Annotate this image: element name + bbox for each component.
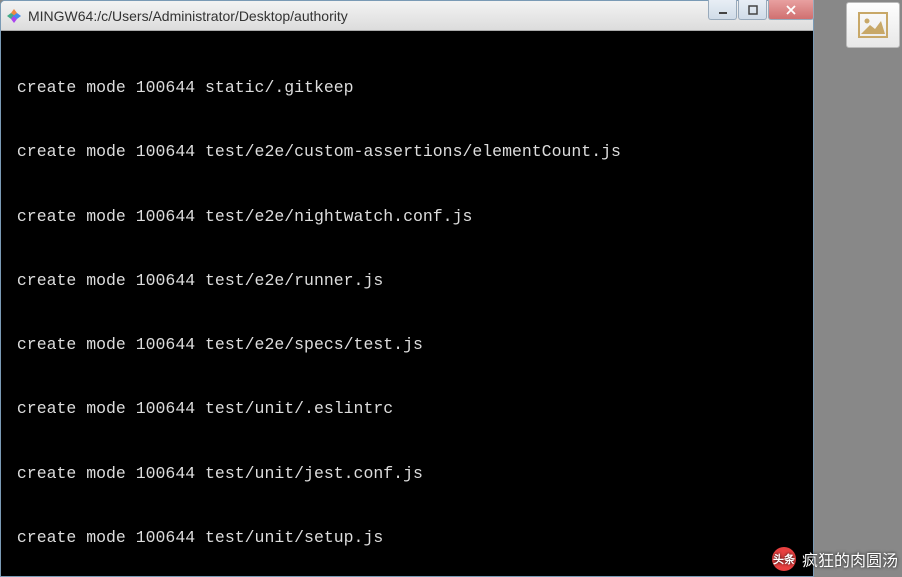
output-line: create mode 100644 test/unit/jest.conf.j… (7, 463, 807, 484)
terminal-window: MINGW64:/c/Users/Administrator/Desktop/a… (0, 0, 814, 577)
terminal-body[interactable]: create mode 100644 static/.gitkeep creat… (1, 31, 813, 576)
window-title: MINGW64:/c/Users/Administrator/Desktop/a… (28, 8, 808, 24)
output-line: create mode 100644 test/unit/.eslintrc (7, 398, 807, 419)
output-line: create mode 100644 test/e2e/runner.js (7, 270, 807, 291)
watermark-logo-text: 头条 (773, 551, 795, 567)
watermark-author: 疯狂的肉圆汤 (802, 547, 898, 571)
titlebar[interactable]: MINGW64:/c/Users/Administrator/Desktop/a… (1, 1, 813, 31)
output-line: create mode 100644 test/e2e/nightwatch.c… (7, 206, 807, 227)
output-line: create mode 100644 test/e2e/custom-asser… (7, 141, 807, 162)
app-icon (6, 8, 22, 24)
output-line: create mode 100644 test/unit/setup.js (7, 527, 807, 548)
minimize-button[interactable] (708, 0, 737, 20)
image-placeholder-icon[interactable] (846, 2, 900, 48)
maximize-button[interactable] (738, 0, 767, 20)
close-button[interactable] (768, 0, 814, 20)
output-line: create mode 100644 static/.gitkeep (7, 77, 807, 98)
watermark: 头条 疯狂的肉圆汤 (772, 547, 898, 571)
output-line: create mode 100644 test/e2e/specs/test.j… (7, 334, 807, 355)
watermark-logo-icon: 头条 (772, 547, 796, 571)
window-controls (708, 0, 814, 20)
